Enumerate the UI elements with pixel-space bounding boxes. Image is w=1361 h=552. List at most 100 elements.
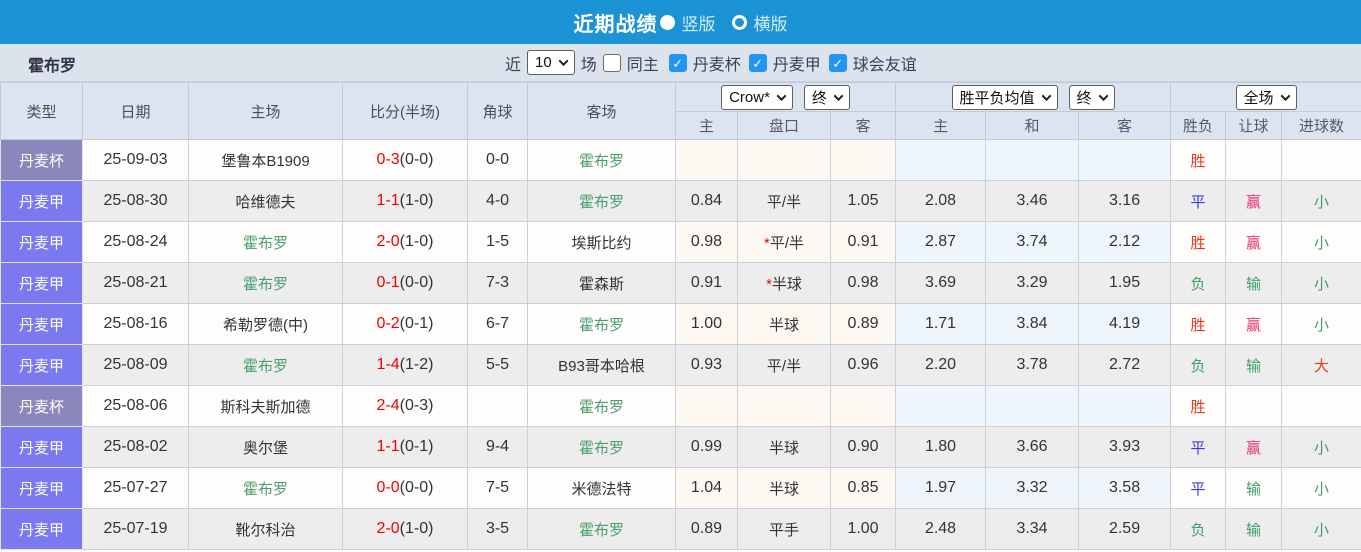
- score-cell: 0-1(0-0): [343, 263, 468, 304]
- filter-label-danish-cup[interactable]: 丹麦杯: [693, 51, 741, 75]
- match-date: 25-08-02: [83, 427, 189, 468]
- handicap-line: [738, 386, 831, 427]
- mean-away-odds: 3.93: [1079, 427, 1171, 468]
- home-team: 霍布罗: [189, 263, 343, 304]
- mean-draw-odds: 3.46: [986, 181, 1079, 222]
- mean-draw-odds: 3.29: [986, 263, 1079, 304]
- half-time-score: (0-0): [400, 151, 434, 168]
- match-date: 25-07-19: [83, 509, 189, 550]
- result-badge: 平: [1171, 427, 1226, 468]
- scope-select[interactable]: 全场: [1236, 85, 1297, 110]
- handicap-home-odds: [676, 386, 738, 427]
- wdl-mean-select[interactable]: 胜平负均值: [952, 85, 1058, 110]
- result-badge: 胜: [1171, 140, 1226, 181]
- horizontal-layout-radio[interactable]: [732, 15, 747, 30]
- match-type: 丹麦杯: [1, 140, 83, 181]
- score-cell: 2-4(0-3): [343, 386, 468, 427]
- col-header-date: 日期: [83, 83, 189, 140]
- vertical-layout-radio[interactable]: [660, 15, 675, 30]
- mean-draw-odds: 3.66: [986, 427, 1079, 468]
- mean-away-odds: 2.12: [1079, 222, 1171, 263]
- mean-away-odds: 3.16: [1079, 181, 1171, 222]
- chevron-down-icon: [1280, 91, 1290, 101]
- goals-badge: 大: [1282, 345, 1361, 386]
- mean-draw-odds: [986, 386, 1079, 427]
- half-time-score: (0-1): [400, 438, 434, 455]
- filter-checkbox-danish-1st[interactable]: [749, 54, 767, 72]
- mean-away-odds: 2.72: [1079, 345, 1171, 386]
- wdl-mean-group-header: 胜平负均值 终: [896, 83, 1171, 112]
- away-team: 霍布罗: [528, 140, 676, 181]
- wdl-time-select[interactable]: 终: [1069, 85, 1115, 110]
- full-time-score: 1-1: [377, 438, 400, 455]
- result-badge: 平: [1171, 468, 1226, 509]
- score-cell: 2-0(1-0): [343, 222, 468, 263]
- match-count-select[interactable]: 10: [527, 50, 575, 75]
- filter-checkbox-danish-cup[interactable]: [669, 54, 687, 72]
- handicap-time-select[interactable]: 终: [804, 85, 850, 110]
- mean-away-odds: 1.95: [1079, 263, 1171, 304]
- corner-score: 0-0: [468, 140, 528, 181]
- filter-label-same-venue[interactable]: 同主: [627, 51, 659, 75]
- away-team: 霍森斯: [528, 263, 676, 304]
- score-cell: 0-3(0-0): [343, 140, 468, 181]
- filter-label-danish-1st[interactable]: 丹麦甲: [773, 51, 821, 75]
- handicap-line: 平手: [738, 509, 831, 550]
- home-team: 霍布罗: [189, 222, 343, 263]
- wdl-mean-value: 胜平负均值: [960, 87, 1035, 108]
- filter-checkbox-same-venue[interactable]: [603, 54, 621, 72]
- half-time-score: (1-0): [400, 520, 434, 537]
- score-cell: 0-2(0-1): [343, 304, 468, 345]
- table-row: 丹麦甲 25-08-21 霍布罗 0-1(0-0) 7-3 霍森斯 0.91 *…: [1, 263, 1361, 304]
- col-header-mean-home: 主: [896, 112, 986, 140]
- handicap-result-badge: 输: [1226, 509, 1282, 550]
- home-team: 霍布罗: [189, 468, 343, 509]
- corner-score: 9-4: [468, 427, 528, 468]
- filter-checkbox-club-friendly[interactable]: [829, 54, 847, 72]
- full-time-score: 0-0: [377, 479, 400, 496]
- handicap-away-odds: 0.89: [831, 304, 896, 345]
- wdl-time-value: 终: [1077, 87, 1092, 108]
- odds-source-select[interactable]: Crow*: [721, 85, 793, 110]
- mean-draw-odds: [986, 140, 1079, 181]
- goals-badge: 小: [1282, 509, 1361, 550]
- corner-score: [468, 386, 528, 427]
- half-time-score: (0-0): [400, 479, 434, 496]
- handicap-result-badge: 输: [1226, 468, 1282, 509]
- chevron-down-icon: [1098, 91, 1108, 101]
- table-row: 丹麦甲 25-08-09 霍布罗 1-4(1-2) 5-5 B93哥本哈根 0.…: [1, 345, 1361, 386]
- title-bar: 近期战绩 竖版 横版: [0, 0, 1361, 44]
- results-table: 类型 日期 主场 比分(半场) 角球 客场 Crow* 终: [0, 82, 1361, 550]
- corner-score: 5-5: [468, 345, 528, 386]
- odds-source-value: Crow*: [729, 89, 770, 106]
- goals-badge: 小: [1282, 263, 1361, 304]
- mean-draw-odds: 3.78: [986, 345, 1079, 386]
- handicap-away-odds: 0.96: [831, 345, 896, 386]
- goals-badge: 小: [1282, 427, 1361, 468]
- handicap-home-odds: 0.98: [676, 222, 738, 263]
- table-row: 丹麦杯 25-08-06 斯科夫斯加德 2-4(0-3) 霍布罗 胜: [1, 386, 1361, 427]
- mean-draw-odds: 3.32: [986, 468, 1079, 509]
- vertical-layout-label[interactable]: 竖版: [682, 10, 716, 35]
- away-team: 霍布罗: [528, 427, 676, 468]
- goals-badge: 小: [1282, 468, 1361, 509]
- handicap-time-value: 终: [812, 87, 827, 108]
- filter-label-club-friendly[interactable]: 球会友谊: [853, 51, 917, 75]
- scope-value: 全场: [1244, 87, 1274, 108]
- col-header-corner: 角球: [468, 83, 528, 140]
- table-row: 丹麦甲 25-07-27 霍布罗 0-0(0-0) 7-5 米德法特 1.04 …: [1, 468, 1361, 509]
- corner-score: 7-3: [468, 263, 528, 304]
- away-team: 霍布罗: [528, 181, 676, 222]
- match-date: 25-08-21: [83, 263, 189, 304]
- mean-away-odds: 4.19: [1079, 304, 1171, 345]
- table-row: 丹麦甲 25-07-19 靴尔科治 2-0(1-0) 3-5 霍布罗 0.89 …: [1, 509, 1361, 550]
- half-time-score: (1-0): [400, 233, 434, 250]
- handicap-line: *平/半: [738, 222, 831, 263]
- chevron-down-icon: [558, 56, 568, 66]
- horizontal-layout-label[interactable]: 横版: [754, 10, 788, 35]
- match-date: 25-07-27: [83, 468, 189, 509]
- live-line-star: *: [764, 235, 770, 252]
- match-count-value: 10: [535, 54, 552, 71]
- handicap-result-badge: 输: [1226, 263, 1282, 304]
- handicap-line: 半球: [738, 427, 831, 468]
